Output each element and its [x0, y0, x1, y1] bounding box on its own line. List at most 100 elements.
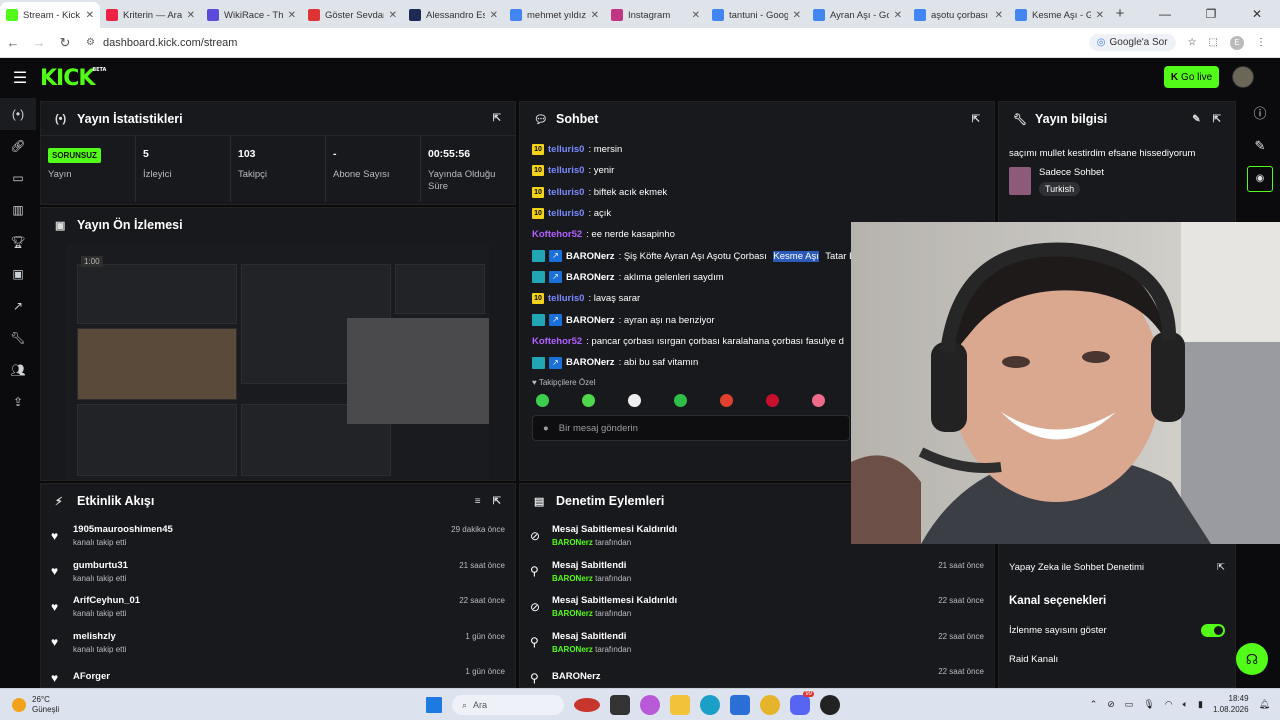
emote-icon[interactable] — [628, 394, 641, 408]
activity-username[interactable]: melishzly — [73, 631, 126, 642]
tab-close-icon[interactable]: ✕ — [793, 10, 801, 21]
taskbar-search[interactable]: ⌕ Ara — [452, 695, 564, 715]
task-view-icon[interactable] — [610, 695, 630, 715]
upload-icon[interactable]: ⇪ — [0, 386, 36, 418]
activity-username[interactable]: gumburtu31 — [73, 560, 128, 571]
chat-username[interactable]: Koftehor52 — [532, 336, 582, 347]
chevron-up-icon[interactable]: ⌃ — [1090, 699, 1098, 710]
emote-icon[interactable] — [812, 394, 825, 408]
store-icon[interactable] — [730, 695, 750, 715]
weather-widget[interactable]: 26°C Güneşli — [0, 695, 110, 715]
browser-tab[interactable]: Göster Sevdan ✕ — [302, 2, 403, 28]
tab-close-icon[interactable]: ✕ — [1096, 10, 1104, 21]
user-avatar[interactable] — [1232, 66, 1254, 88]
browser-tab[interactable]: WikiRace - The ✕ — [201, 2, 302, 28]
stream-icon[interactable]: (•) — [0, 98, 36, 130]
copilot-icon[interactable] — [640, 695, 660, 715]
category-thumbnail[interactable] — [1009, 167, 1031, 195]
new-tab-button[interactable]: + — [1110, 2, 1130, 28]
chat-username[interactable]: telluris0 — [548, 187, 584, 198]
browser-tab[interactable]: mehmet yıldız ✕ — [504, 2, 605, 28]
edge-icon[interactable] — [700, 695, 720, 715]
filter-icon[interactable]: ≡ — [475, 496, 481, 507]
window-icon[interactable]: ▭ — [0, 162, 36, 194]
browser-tab[interactable]: Alessandro Esp ✕ — [403, 2, 504, 28]
go-live-button[interactable]: K Go live — [1164, 66, 1219, 88]
monitor-icon[interactable]: ▭ — [1125, 699, 1134, 710]
minimize-button[interactable]: — — [1142, 0, 1188, 28]
chat-username[interactable]: BARONerz — [566, 251, 615, 262]
show-viewers-toggle[interactable] — [1201, 624, 1225, 637]
browser-tab[interactable]: tantuni - Goog ✕ — [706, 2, 807, 28]
tab-close-icon[interactable]: ✕ — [490, 10, 498, 21]
popout-icon[interactable]: ⇱ — [1213, 114, 1221, 125]
chat-username[interactable]: BARONerz — [566, 272, 615, 283]
browser-tab[interactable]: Ayran Aşı - Go ✕ — [807, 2, 908, 28]
tab-close-icon[interactable]: ✕ — [894, 10, 902, 21]
chat-username[interactable]: BARONerz — [566, 315, 615, 326]
browser-tab[interactable]: Kesme Aşı - Go ✕ — [1009, 2, 1110, 28]
chat-username[interactable]: BARONerz — [566, 357, 615, 368]
tab-close-icon[interactable]: ✕ — [389, 10, 397, 21]
url-field[interactable]: ⚙ dashboard.kick.com/stream — [86, 37, 1089, 49]
analytics-icon[interactable]: ▥ — [0, 194, 36, 226]
info-icon[interactable]: ⓘ — [1240, 98, 1280, 130]
file-explorer-icon[interactable] — [670, 695, 690, 715]
tab-close-icon[interactable]: ✕ — [187, 10, 195, 21]
support-headset-icon[interactable]: ☊ — [1236, 643, 1268, 675]
ai-moderation-row[interactable]: Yapay Zeka ile Sohbet Denetimi ⇱ — [1009, 562, 1225, 573]
chart-line-icon[interactable]: ↗ — [0, 290, 36, 322]
emote-icon[interactable] — [674, 394, 687, 408]
windows-start-icon[interactable] — [426, 697, 442, 713]
kick-logo[interactable]: KICK BETA — [40, 66, 106, 91]
close-window-button[interactable]: ✕ — [1234, 0, 1280, 28]
reload-icon[interactable]: ↻ — [52, 35, 78, 51]
forward-icon[interactable]: → — [26, 35, 52, 50]
chat-username[interactable]: telluris0 — [548, 208, 584, 219]
popout-icon[interactable]: ⇱ — [493, 113, 501, 124]
maximize-button[interactable]: ❐ — [1188, 0, 1234, 28]
emoji-icon[interactable]: ● — [543, 423, 549, 434]
tab-close-icon[interactable]: ✕ — [591, 10, 599, 21]
camera-toggle-icon[interactable]: ◉ — [1247, 166, 1273, 192]
browser-tab[interactable]: aşotu çorbası ✕ — [908, 2, 1009, 28]
chat-username[interactable]: telluris0 — [548, 293, 584, 304]
tab-close-icon[interactable]: ✕ — [692, 10, 700, 21]
bookmark-star-icon[interactable]: ☆ — [1188, 37, 1197, 48]
emote-icon[interactable] — [536, 394, 549, 408]
activity-username[interactable]: ArifCeyhun_01 — [73, 595, 140, 606]
trophy-icon[interactable]: 🏆︎ — [0, 226, 36, 258]
wifi-icon[interactable]: ◠ — [1165, 699, 1173, 710]
obs-icon[interactable] — [820, 695, 840, 715]
users-icon[interactable]: 👥︎ — [0, 354, 36, 386]
chat-input[interactable]: ● Bir mesaj gönderin — [532, 415, 850, 441]
moderator-name[interactable]: BARONerz — [552, 645, 593, 654]
link-icon[interactable]: 🔗︎ — [0, 130, 36, 162]
tab-close-icon[interactable]: ✕ — [288, 10, 296, 21]
moderator-name[interactable]: BARONerz — [552, 574, 593, 583]
back-icon[interactable]: ← — [0, 35, 26, 50]
browser-menu-icon[interactable]: ⋮ — [1256, 37, 1266, 48]
widget-car-icon[interactable] — [574, 698, 600, 712]
video-icon[interactable]: ▣ — [0, 258, 36, 290]
profile-avatar[interactable]: E — [1230, 35, 1244, 50]
extensions-icon[interactable]: ⬚ — [1209, 37, 1218, 48]
browser-tab[interactable]: Stream - Kick D ✕ — [0, 2, 100, 28]
wrench-icon[interactable]: 🔧︎ — [0, 322, 36, 354]
chat-username[interactable]: telluris0 — [548, 165, 584, 176]
moderator-name[interactable]: BARONerz — [552, 609, 593, 618]
activity-username[interactable]: 1905maurooshimen45 — [73, 524, 173, 535]
chat-username[interactable]: Koftehor52 — [532, 229, 582, 240]
tab-close-icon[interactable]: ✕ — [995, 10, 1003, 21]
edit-pencil-icon[interactable]: ✎ — [1240, 130, 1280, 162]
google-ask-button[interactable]: ◎ Google'a Sor — [1088, 34, 1176, 51]
chat-username[interactable]: telluris0 — [548, 144, 584, 155]
discord-icon[interactable]: 99 — [790, 691, 814, 715]
tab-close-icon[interactable]: ✕ — [86, 10, 94, 21]
battery-icon[interactable]: ▮ — [1198, 699, 1203, 710]
hamburger-menu-icon[interactable]: ☰ — [0, 68, 40, 88]
popout-icon[interactable]: ⇱ — [972, 114, 980, 125]
popout-icon[interactable]: ⇱ — [493, 496, 501, 507]
emote-icon[interactable] — [582, 394, 595, 408]
clock[interactable]: 18:49 1.08.2026 — [1213, 693, 1249, 715]
